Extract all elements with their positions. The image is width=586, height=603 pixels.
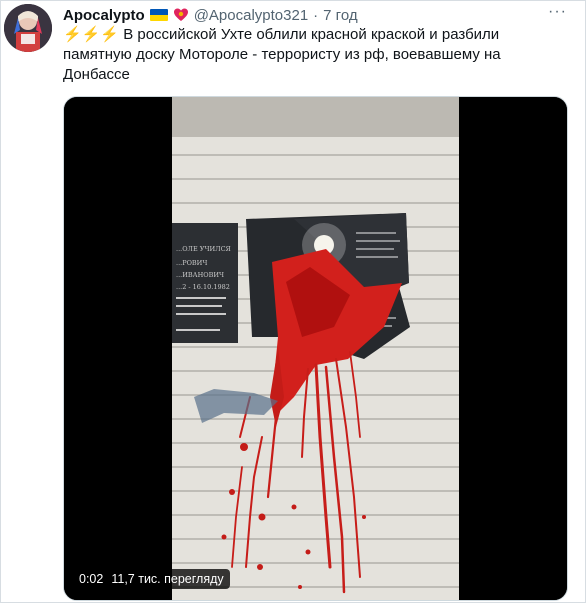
author-handle[interactable]: @Apocalypto321 [194,7,308,24]
tweet-header: Apocalypto @Apocalypto321 · 7 год [63,5,358,25]
tweet-body: В российской Ухте облили красной краской… [63,26,501,83]
plaque-line-4: ...2 - 16.10.1982 [176,283,230,291]
video-frame: ...ОЛЕ УЧИЛСЯ ...РОВИЧ ...ИВАНОВИЧ ...2 … [64,97,567,600]
video-views: 11,7 тис. перегляду [111,572,224,586]
lightning-icon: ⚡⚡⚡ [63,26,120,43]
plaque-line-3: ...ИВАНОВИЧ [176,271,224,279]
separator-dot: · [313,6,319,24]
ukraine-flag-icon [149,9,168,21]
heart-icon [173,8,188,21]
video-stats-badge: 0:02 11,7 тис. перегляду [73,569,230,589]
author-name[interactable]: Apocalypto [63,7,145,24]
more-icon[interactable]: ··· [548,3,567,21]
avatar-image [4,4,52,52]
plaque-line-1: ...ОЛЕ УЧИЛСЯ [176,245,231,253]
video-player[interactable]: ...ОЛЕ УЧИЛСЯ ...РОВИЧ ...ИВАНОВИЧ ...2 … [63,96,568,601]
avatar[interactable] [4,4,52,52]
tweet-card[interactable]: Apocalypto @Apocalypto321 · 7 год ··· ⚡⚡… [0,0,586,603]
tweet-time[interactable]: 7 год [323,7,357,24]
video-duration: 0:02 [79,572,104,586]
tweet-text: ⚡⚡⚡ В российской Ухте облили красной кра… [63,25,533,85]
plaque-line-2: ...РОВИЧ [176,259,207,267]
